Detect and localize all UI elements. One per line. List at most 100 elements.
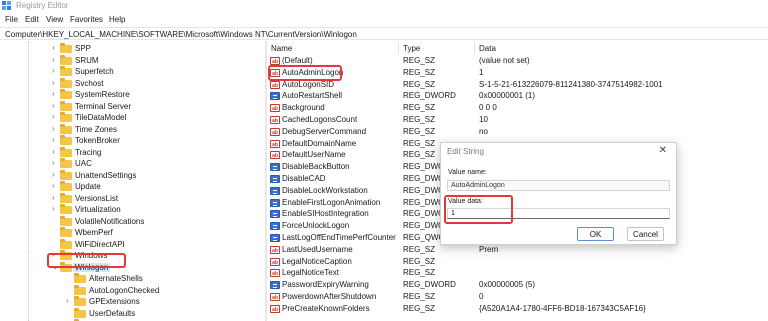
binary-value-icon <box>270 163 280 172</box>
folder-icon <box>60 204 72 214</box>
menu-help[interactable]: Help <box>109 15 125 24</box>
value-name: LastLogOffEndTimePerfCounter <box>282 233 396 242</box>
value-name: PowerdownAfterShutdown <box>282 292 377 301</box>
chevron-right-icon[interactable]: › <box>52 78 55 87</box>
value-name-label: Value name: <box>448 169 487 176</box>
value-name: ForceUnlockLogon <box>282 221 350 231</box>
folder-icon <box>60 123 72 134</box>
folder-icon <box>60 43 72 53</box>
tree-item-label: AlternateShells <box>89 274 143 283</box>
value-row[interactable]: ab AutoAdminLogon REG_SZ 1 <box>267 67 768 79</box>
column-header-data[interactable]: Data <box>479 44 496 53</box>
winlogon-highlight-box <box>47 253 126 268</box>
chevron-right-icon[interactable]: › <box>52 89 55 98</box>
value-type: REG_SZ <box>403 256 436 266</box>
value-row[interactable]: ab LegalNoticeText REG_SZ <box>267 267 768 279</box>
value-row[interactable]: ab PreCreateKnownFolders REG_SZ {A520A1A4-1… <box>267 303 768 315</box>
string-value-icon: ab <box>270 257 280 266</box>
value-type: REG_SZ <box>403 79 436 89</box>
folder-icon <box>74 273 86 283</box>
key-tree-pane[interactable]: › SPP › SRUM › Superfetch › Svchost › SystemResto… <box>0 41 265 321</box>
column-header-name[interactable]: Name <box>271 44 292 53</box>
tree-item-label: Svchost <box>75 78 104 88</box>
tree-item-label: Update <box>75 182 101 191</box>
value-row[interactable]: ab AutoLogonSID REG_SZ S-1-5-21-613226079-8… <box>267 79 768 91</box>
chevron-right-icon[interactable]: › <box>52 112 55 121</box>
value-row[interactable]: ab CachedLogonsCount REG_SZ 10 <box>267 114 768 126</box>
value-type: REG_SZ <box>403 138 436 148</box>
folder-icon <box>60 135 72 145</box>
binary-value-icon <box>270 234 280 242</box>
column-separator[interactable] <box>398 42 399 54</box>
cancel-button[interactable]: Cancel <box>627 227 664 241</box>
value-row[interactable]: ab LastUsedUsername REG_SZ Prem <box>267 244 768 256</box>
folder-icon <box>60 215 72 226</box>
column-header-type[interactable]: Type <box>403 44 420 53</box>
value-type: REG_SZ <box>403 115 436 124</box>
value-row[interactable]: ab PowerdownAfterShutdown REG_SZ 0 <box>267 291 768 303</box>
chevron-right-icon[interactable]: › <box>52 66 55 75</box>
chevron-right-icon[interactable]: › <box>52 170 55 179</box>
close-icon[interactable]: ✕ <box>659 145 667 156</box>
menu-file[interactable]: File <box>5 15 18 24</box>
chevron-right-icon[interactable]: › <box>52 124 55 133</box>
value-name: PreCreateKnownFolders <box>282 303 370 313</box>
value-row[interactable]: ab Background REG_SZ 0 0 0 <box>267 102 768 114</box>
tree-guide-line <box>28 41 29 321</box>
menu-view[interactable]: View <box>46 15 63 24</box>
value-row[interactable]: AutoRestartShell REG_DWORD 0x00000001 (1) <box>267 90 768 102</box>
chevron-right-icon[interactable]: › <box>52 43 55 52</box>
value-row[interactable]: ab (Default) REG_SZ (value not set) <box>267 55 768 67</box>
chevron-right-icon[interactable]: › <box>52 193 55 202</box>
tree-item-label: SRUM <box>75 55 99 65</box>
string-value-icon: ab <box>270 139 280 148</box>
string-value-icon: ab <box>270 293 280 301</box>
chevron-right-icon[interactable]: › <box>52 135 55 144</box>
tree-item-label: UserDefaults <box>89 308 136 318</box>
tree-item-label: WbemPerf <box>75 228 113 237</box>
tree-item-label: UAC <box>75 159 92 168</box>
ok-button[interactable]: OK <box>577 227 614 241</box>
chevron-right-icon[interactable]: › <box>52 158 55 167</box>
tree-item-label: SystemRestore <box>75 90 130 99</box>
value-name: DisableLockWorkstation <box>282 185 368 195</box>
value-type: REG_DWORD <box>403 91 456 101</box>
menu-favorites[interactable]: Favorites <box>70 15 103 24</box>
chevron-right-icon[interactable]: › <box>52 181 55 190</box>
value-type: REG_SZ <box>403 67 436 77</box>
folder-icon <box>60 169 72 180</box>
chevron-right-icon[interactable]: › <box>52 55 55 64</box>
dialog-title: Edit String <box>447 147 484 156</box>
value-row[interactable]: PasswordExpiryWarning REG_DWORD 0x00000005… <box>267 279 768 291</box>
value-name: (Default) <box>282 56 313 65</box>
value-data: (value not set) <box>479 56 530 65</box>
column-separator[interactable] <box>474 42 475 54</box>
tree-item-label: UnattendSettings <box>75 170 137 180</box>
value-name: CachedLogonsCount <box>282 115 358 124</box>
window-title: Registry Editor <box>16 1 69 10</box>
address-bar[interactable]: Computer\HKEY_LOCAL_MACHINE\SOFTWARE\Mic… <box>0 27 768 40</box>
chevron-right-icon[interactable]: › <box>52 204 55 213</box>
value-name: LastUsedUsername <box>282 244 353 254</box>
value-data: 0 <box>479 292 484 301</box>
value-name: DisableBackButton <box>282 162 350 172</box>
tree-item-label: VolatileNotifications <box>75 216 145 226</box>
tree-item-label: SPP <box>75 44 92 53</box>
value-type: REG_SZ <box>403 126 436 136</box>
address-path[interactable]: Computer\HKEY_LOCAL_MACHINE\SOFTWARE\Mic… <box>5 30 357 39</box>
value-row[interactable]: ab LegalNoticeCaption REG_SZ <box>267 256 768 268</box>
menu-edit[interactable]: Edit <box>25 15 39 24</box>
chevron-right-icon[interactable]: › <box>52 147 55 156</box>
string-value-icon: ab <box>270 80 280 89</box>
string-value-icon: ab <box>270 304 280 313</box>
tree-item-label: WiFiDirectAPI <box>75 239 125 249</box>
value-type: REG_SZ <box>403 244 436 254</box>
chevron-right-icon[interactable]: › <box>52 101 55 110</box>
value-row[interactable]: ab DebugServerCommand REG_SZ no <box>267 126 768 138</box>
tree-item-label: TileDataModel <box>75 113 127 122</box>
value-type: REG_DWORD <box>403 280 456 290</box>
value-name: EnableFirstLogonAnimation <box>282 197 381 207</box>
chevron-right-icon[interactable]: › <box>66 296 69 305</box>
folder-icon <box>60 89 72 99</box>
binary-value-icon <box>270 210 280 219</box>
